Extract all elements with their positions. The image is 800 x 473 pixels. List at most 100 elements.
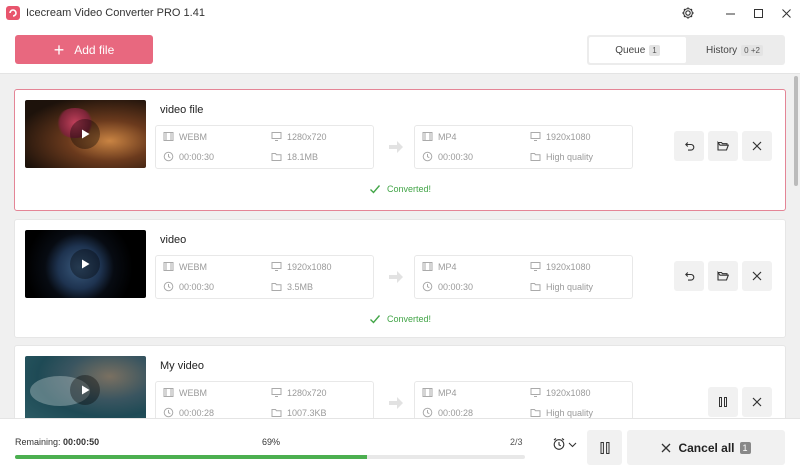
remaining-label: Remaining: <box>15 437 61 447</box>
monitor-icon <box>530 388 541 397</box>
maximize-icon[interactable] <box>744 0 772 26</box>
remove-button[interactable] <box>742 261 772 291</box>
queue-history-tabs: Queue 1 History 0 +2 <box>587 35 785 65</box>
pause-icon <box>719 397 727 407</box>
output-format: MP4 <box>438 387 457 398</box>
monitor-icon <box>271 132 282 141</box>
cancel-all-button[interactable]: Cancel all 1 <box>627 430 785 465</box>
clock-icon <box>163 407 174 418</box>
queue-item[interactable]: video file WEBM 1280x720 00:00:30 18.1MB… <box>14 89 786 211</box>
film-icon <box>422 262 433 271</box>
status-text: Converted! <box>386 314 432 324</box>
source-format: WEBM <box>179 387 207 398</box>
close-icon <box>662 443 671 452</box>
film-icon <box>422 388 433 397</box>
tab-queue[interactable]: Queue 1 <box>589 37 686 63</box>
output-duration: 00:00:30 <box>438 151 474 162</box>
file-counter: 2/3 <box>510 437 523 447</box>
schedule-dropdown[interactable] <box>552 437 577 451</box>
remaining-value: 00:00:50 <box>63 437 100 447</box>
progress-percent: 69% <box>262 437 281 447</box>
video-thumbnail[interactable] <box>25 230 146 298</box>
progress-bar <box>15 455 525 459</box>
clock-icon <box>422 407 433 418</box>
queue-item[interactable]: My video WEBM 1280x720 00:00:28 1007.3KB… <box>14 345 786 425</box>
folder-icon <box>530 283 541 291</box>
output-duration: 00:00:30 <box>438 281 474 292</box>
close-icon <box>752 397 762 407</box>
video-thumbnail[interactable] <box>25 356 146 424</box>
output-format: MP4 <box>438 131 457 142</box>
remaining-time: Remaining: 00:00:50 <box>15 437 99 447</box>
film-icon <box>163 262 174 271</box>
source-duration: 00:00:30 <box>179 151 215 162</box>
film-icon <box>163 388 174 397</box>
source-resolution: 1920x1080 <box>287 261 332 272</box>
status-converted: Converted! <box>15 183 785 195</box>
play-icon[interactable] <box>70 249 100 279</box>
checkmark-icon <box>369 315 381 324</box>
tab-history-label: History <box>706 44 738 56</box>
scrollbar[interactable] <box>794 76 798 186</box>
tab-history-count: 0 +2 <box>741 44 763 56</box>
folder-icon <box>271 283 282 291</box>
app-title: Icecream Video Converter PRO 1.41 <box>26 7 205 19</box>
monitor-icon <box>530 132 541 141</box>
clock-icon <box>163 151 174 162</box>
output-resolution: 1920x1080 <box>546 131 591 142</box>
cancel-button[interactable] <box>742 387 772 417</box>
queue-item[interactable]: video WEBM 1920x1080 00:00:30 3.5MB MP4 … <box>14 219 786 338</box>
arrow-right-icon <box>389 271 403 283</box>
pause-all-button[interactable] <box>587 430 622 465</box>
output-info[interactable]: MP4 1920x1080 00:00:30 High quality <box>414 255 633 299</box>
folder-icon <box>271 409 282 417</box>
output-resolution: 1920x1080 <box>546 387 591 398</box>
app-logo <box>6 6 20 20</box>
arrow-right-icon <box>389 397 403 409</box>
alarm-clock-icon <box>553 438 565 450</box>
play-icon[interactable] <box>70 375 100 405</box>
folder-open-icon <box>717 140 729 151</box>
tab-history[interactable]: History 0 +2 <box>686 37 783 63</box>
reconvert-button[interactable] <box>674 261 704 291</box>
output-resolution: 1920x1080 <box>546 261 591 272</box>
output-quality: High quality <box>546 407 594 418</box>
progress-fill <box>15 455 367 459</box>
pause-button[interactable] <box>708 387 738 417</box>
monitor-icon <box>271 262 282 271</box>
reconvert-button[interactable] <box>674 131 704 161</box>
bottom-bar: Remaining: 00:00:50 69% 2/3 Cancel all 1 <box>0 418 800 473</box>
video-name: video file <box>160 104 204 116</box>
plus-icon: + <box>53 39 65 60</box>
source-duration: 00:00:30 <box>179 281 215 292</box>
video-name: My video <box>160 360 205 372</box>
checkmark-icon <box>369 185 381 194</box>
source-size: 18.1MB <box>287 151 319 162</box>
video-name: video <box>160 234 187 246</box>
close-icon <box>752 271 762 281</box>
tab-queue-label: Queue <box>615 44 646 56</box>
add-file-button[interactable]: + Add file <box>15 35 153 64</box>
open-folder-button[interactable] <box>708 131 738 161</box>
play-icon[interactable] <box>70 119 100 149</box>
output-quality: High quality <box>546 151 594 162</box>
tab-queue-count: 1 <box>649 44 660 56</box>
arrow-right-icon <box>389 141 403 153</box>
monitor-icon <box>530 262 541 271</box>
video-thumbnail[interactable] <box>25 100 146 168</box>
output-info[interactable]: MP4 1920x1080 00:00:30 High quality <box>414 125 633 169</box>
open-folder-button[interactable] <box>708 261 738 291</box>
minimize-icon[interactable] <box>716 0 744 26</box>
source-size: 3.5MB <box>287 281 314 292</box>
close-window-icon[interactable] <box>772 0 800 26</box>
source-info: WEBM 1920x1080 00:00:30 3.5MB <box>155 255 374 299</box>
folder-icon <box>530 409 541 417</box>
settings-gear-icon[interactable] <box>674 0 702 26</box>
remove-button[interactable] <box>742 131 772 161</box>
status-text: Converted! <box>386 184 432 194</box>
pause-icon <box>600 441 610 454</box>
folder-icon <box>530 153 541 161</box>
undo-icon <box>685 142 695 151</box>
source-size: 1007.3KB <box>287 407 327 418</box>
source-resolution: 1280x720 <box>287 131 327 142</box>
